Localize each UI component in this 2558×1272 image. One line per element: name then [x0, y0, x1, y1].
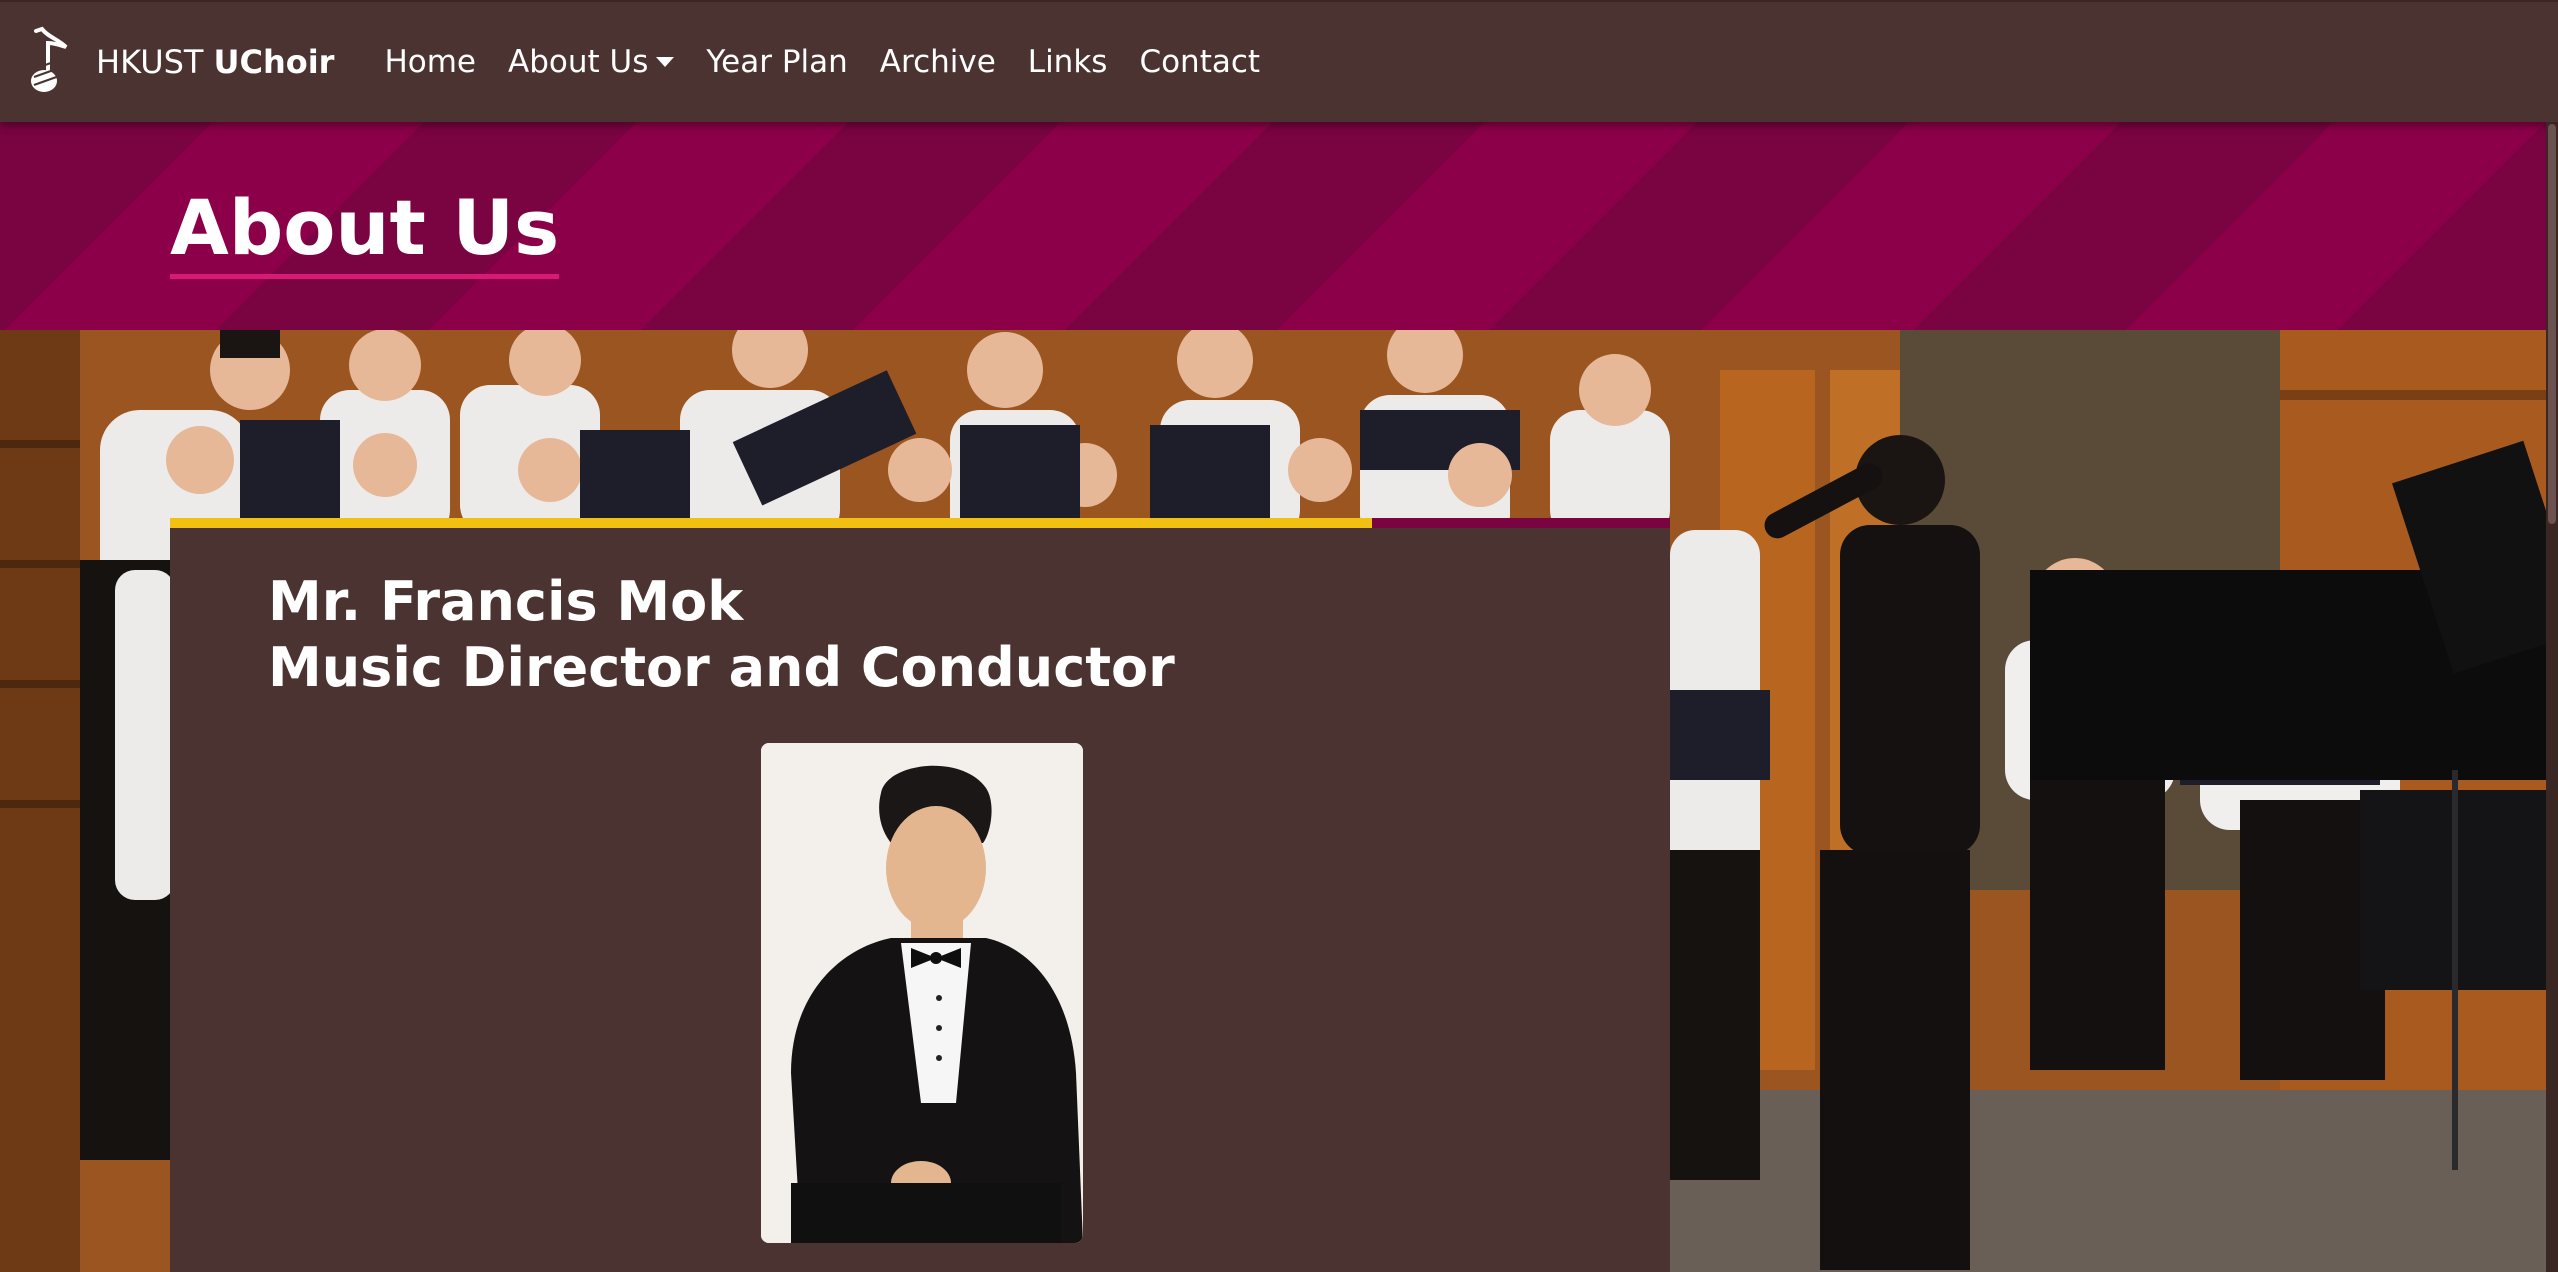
nav-links[interactable]: Links: [1028, 44, 1108, 80]
brand-link[interactable]: HKUST UChoir: [28, 25, 334, 99]
main-nav: Home About Us Year Plan Archive Links Co…: [384, 44, 1292, 80]
accent-maroon: [1372, 518, 1670, 528]
top-navbar: HKUST UChoir Home About Us Year Plan Arc…: [0, 0, 2558, 122]
nav-home[interactable]: Home: [384, 44, 476, 80]
page-title: About Us: [170, 188, 560, 279]
page-banner: About Us: [0, 122, 2558, 330]
brand-name: UChoir: [213, 43, 335, 81]
scrollbar-thumb[interactable]: [2548, 124, 2556, 524]
director-name: Mr. Francis Mok: [268, 570, 744, 633]
nav-about-us-label: About Us: [508, 44, 649, 80]
music-note-icon: [31, 26, 68, 92]
accent-yellow: [170, 518, 1372, 528]
card-accent-bar: [170, 518, 1670, 528]
caret-down-icon: [656, 57, 675, 67]
nav-contact[interactable]: Contact: [1139, 44, 1260, 80]
portrait-illustration: [761, 743, 1083, 1243]
brand-prefix: HKUST: [96, 43, 204, 81]
nav-year-plan[interactable]: Year Plan: [706, 44, 847, 80]
page-scrollbar[interactable]: [2546, 122, 2558, 1272]
director-portrait: [761, 743, 1083, 1243]
profile-card: Mr. Francis Mok Music Director and Condu…: [170, 518, 1670, 1272]
nav-about-us-dropdown[interactable]: About Us: [508, 44, 675, 80]
director-role: Music Director and Conductor: [268, 636, 1175, 699]
nav-archive[interactable]: Archive: [880, 44, 996, 80]
